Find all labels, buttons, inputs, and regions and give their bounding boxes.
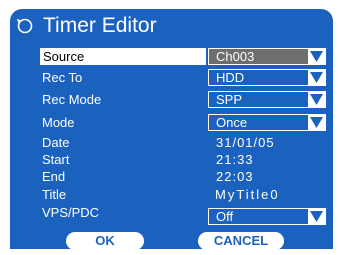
rec-mode-label: Rec Mode <box>42 92 102 107</box>
date-label: Date <box>42 135 70 150</box>
source-dropdown[interactable]: Ch003 <box>208 48 326 65</box>
chevron-down-icon[interactable] <box>308 209 325 224</box>
row-start[interactable]: Start 21:33 <box>10 151 333 168</box>
rec-mode-dropdown[interactable]: SPP <box>208 91 326 108</box>
dialog-title: Timer Editor <box>43 14 157 37</box>
chevron-down-icon[interactable] <box>308 115 325 130</box>
row-end[interactable]: End 22:03 <box>10 168 333 185</box>
row-vps-pdc[interactable]: VPS/PDC Off <box>10 204 333 225</box>
rec-mode-value: SPP <box>216 92 243 107</box>
vps-pdc-label: VPS/PDC <box>42 205 100 220</box>
vps-pdc-dropdown[interactable]: Off <box>208 208 326 225</box>
cancel-button[interactable]: CANCEL <box>198 232 284 250</box>
rec-to-label: Rec To <box>42 70 83 85</box>
chevron-down-icon[interactable] <box>308 92 325 107</box>
vps-pdc-value: Off <box>216 209 234 224</box>
clock-icon <box>17 18 33 34</box>
chevron-down-icon[interactable] <box>308 70 325 85</box>
mode-value: Once <box>216 115 248 130</box>
date-value[interactable]: 31/01/05 <box>216 134 275 151</box>
row-title[interactable]: Title MyTitle0 <box>10 186 333 203</box>
row-mode[interactable]: Mode Once <box>10 114 333 131</box>
dialog-titlebar: Timer Editor <box>10 9 333 42</box>
row-rec-mode[interactable]: Rec Mode SPP <box>10 91 333 108</box>
source-value: Ch003 <box>216 49 255 64</box>
row-source[interactable]: Source Ch003 <box>10 48 333 65</box>
rec-to-dropdown[interactable]: HDD <box>208 69 326 86</box>
rec-to-value: HDD <box>216 70 245 85</box>
end-value[interactable]: 22:03 <box>216 168 254 185</box>
title-value[interactable]: MyTitle0 <box>215 186 280 203</box>
row-date[interactable]: Date 31/01/05 <box>10 134 333 151</box>
ok-button[interactable]: OK <box>66 232 144 250</box>
mode-label: Mode <box>42 115 75 130</box>
title-label: Title <box>42 187 67 202</box>
source-label: Source <box>40 48 206 65</box>
start-value[interactable]: 21:33 <box>216 151 254 168</box>
row-rec-to[interactable]: Rec To HDD <box>10 69 333 86</box>
chevron-down-icon[interactable] <box>308 49 325 64</box>
dialog-body: Source Ch003 Rec To HDD Rec Mode SPP Mod… <box>10 42 333 250</box>
mode-dropdown[interactable]: Once <box>208 114 326 131</box>
start-label: Start <box>42 152 70 167</box>
end-label: End <box>42 169 66 184</box>
timer-editor-dialog: Timer Editor Source Ch003 Rec To HDD Rec… <box>0 0 342 255</box>
